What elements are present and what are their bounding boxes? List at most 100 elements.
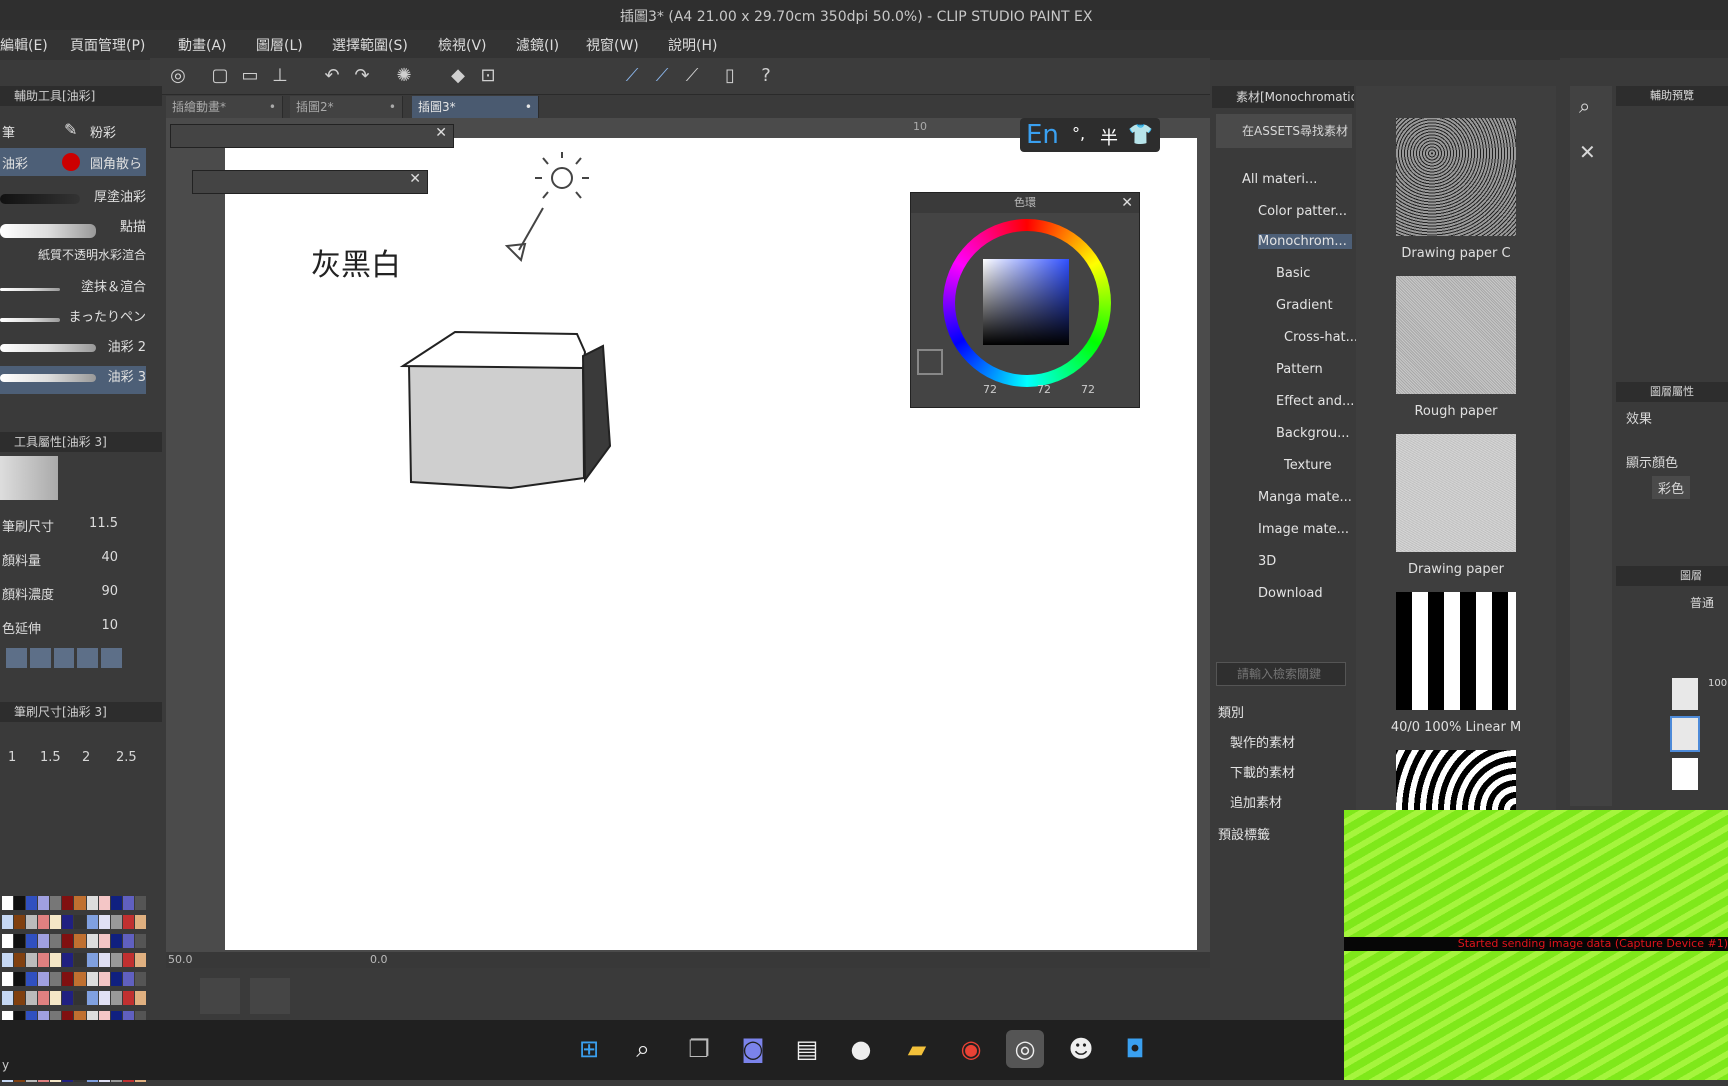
tab-document-2[interactable]: 插圖2* • bbox=[290, 96, 403, 118]
navigator-button[interactable] bbox=[200, 978, 240, 1014]
subtool-group-pen[interactable]: 筆 bbox=[2, 122, 15, 141]
new-file-icon[interactable]: ▢ bbox=[208, 64, 232, 88]
saturation-value-square[interactable] bbox=[983, 259, 1069, 345]
palette-swatch[interactable] bbox=[98, 915, 110, 930]
palette-swatch[interactable] bbox=[134, 991, 146, 1006]
menu-animation[interactable]: 動畫(A) bbox=[178, 35, 227, 55]
brush-size-preset[interactable]: 2.5 bbox=[116, 750, 137, 765]
store-icon[interactable]: ▤ bbox=[788, 1030, 826, 1068]
clip-studio-icon[interactable]: ◎ bbox=[166, 64, 190, 88]
palette-swatch[interactable] bbox=[2, 934, 14, 949]
material-thumbnail[interactable] bbox=[1396, 434, 1516, 552]
color-wheel-panel[interactable]: 色環 ✕ 72 72 72 bbox=[910, 192, 1140, 408]
palette-swatch[interactable] bbox=[2, 915, 14, 930]
palette-swatch[interactable] bbox=[98, 896, 110, 910]
palette-swatch[interactable] bbox=[50, 934, 62, 949]
palette-swatch[interactable] bbox=[110, 953, 122, 968]
palette-swatch[interactable] bbox=[38, 934, 50, 949]
menu-window[interactable]: 視窗(W) bbox=[586, 35, 639, 55]
palette-swatch[interactable] bbox=[98, 953, 110, 968]
display-color-select[interactable]: 彩色 bbox=[1652, 476, 1691, 499]
undo-icon[interactable]: ↶ bbox=[320, 64, 344, 88]
blend-mode-select[interactable]: 普通 bbox=[1690, 594, 1714, 611]
brush-item[interactable]: まったりペン bbox=[0, 306, 146, 334]
tab-document-3[interactable]: 插圖3* • bbox=[412, 96, 539, 118]
palette-swatch[interactable] bbox=[134, 896, 146, 910]
close-icon[interactable]: ✕ bbox=[1121, 193, 1133, 213]
palette-swatch[interactable] bbox=[14, 934, 26, 949]
tree-item-all[interactable]: All materi... bbox=[1242, 172, 1317, 187]
palette-swatch[interactable] bbox=[74, 934, 86, 949]
palette-swatch[interactable] bbox=[86, 991, 98, 1006]
tree-item-color-pattern[interactable]: Color patter... bbox=[1258, 204, 1347, 219]
subtool-group-pastel[interactable]: 粉彩 bbox=[90, 122, 116, 141]
tree-item-gradient[interactable]: Gradient bbox=[1276, 298, 1333, 313]
layer-thumbnail-selected[interactable] bbox=[1670, 716, 1700, 752]
close-icon[interactable]: ✕ bbox=[409, 171, 421, 187]
palette-swatch[interactable] bbox=[86, 953, 98, 968]
search-icon[interactable]: ⌕ bbox=[624, 1030, 662, 1068]
chrome-icon[interactable]: ◉ bbox=[952, 1030, 990, 1068]
zoom-value[interactable]: 50.0 bbox=[168, 953, 193, 966]
palette-swatch[interactable] bbox=[122, 991, 134, 1006]
palette-swatch[interactable] bbox=[134, 953, 146, 968]
material-thumbnail[interactable] bbox=[1396, 750, 1516, 810]
search-icon[interactable]: ⌕ bbox=[1579, 94, 1590, 118]
menu-layer[interactable]: 圖層(L) bbox=[256, 35, 303, 55]
menu-view[interactable]: 檢視(V) bbox=[438, 35, 487, 55]
palette-swatch[interactable] bbox=[14, 953, 26, 968]
category-item[interactable]: 下載的素材 bbox=[1230, 762, 1295, 781]
palette-swatch[interactable] bbox=[50, 972, 62, 987]
tree-item-background[interactable]: Backgrou... bbox=[1276, 426, 1349, 441]
open-file-icon[interactable]: ▭ bbox=[238, 64, 262, 88]
tree-item-effect[interactable]: Effect and... bbox=[1276, 394, 1354, 409]
palette-swatch[interactable] bbox=[26, 991, 38, 1006]
material-search-input[interactable] bbox=[1216, 662, 1346, 686]
menu-page[interactable]: 頁面管理(P) bbox=[70, 35, 145, 55]
brush-item[interactable]: 點描 bbox=[0, 216, 146, 244]
palette-swatch[interactable] bbox=[110, 915, 122, 930]
tab-document-1[interactable]: 插繪動畫* • bbox=[166, 96, 283, 118]
palette-swatch[interactable] bbox=[2, 972, 14, 987]
palette-swatch[interactable] bbox=[26, 972, 38, 987]
palette-swatch[interactable] bbox=[98, 991, 110, 1006]
brush-item[interactable]: 油彩 2 bbox=[0, 336, 146, 364]
menu-edit[interactable]: 編輯(E) bbox=[0, 35, 48, 55]
palette-swatch[interactable] bbox=[110, 991, 122, 1006]
busy-icon[interactable]: ✺ bbox=[392, 64, 416, 88]
palette-swatch[interactable] bbox=[38, 991, 50, 1006]
tree-item-image[interactable]: Image mate... bbox=[1258, 522, 1349, 537]
snap-grid-icon[interactable]: ⟋ bbox=[680, 64, 704, 88]
menu-help[interactable]: 說明(H) bbox=[668, 35, 717, 55]
palette-swatch[interactable] bbox=[50, 915, 62, 930]
property-brush-size[interactable]: 筆刷尺寸 11.5 bbox=[0, 510, 146, 540]
palette-swatch[interactable] bbox=[38, 953, 50, 968]
brush-size-preset[interactable]: 2 bbox=[82, 750, 90, 765]
tree-item-pattern[interactable]: Pattern bbox=[1276, 362, 1323, 377]
palette-swatch[interactable] bbox=[62, 934, 74, 949]
windows-start-icon[interactable]: ⊞ bbox=[570, 1030, 608, 1068]
palette-swatch[interactable] bbox=[14, 896, 26, 910]
palette-swatch[interactable] bbox=[74, 896, 86, 910]
paper-layer-thumbnail[interactable] bbox=[1672, 758, 1698, 790]
close-icon[interactable]: ✕ bbox=[435, 125, 447, 141]
palette-swatch[interactable] bbox=[110, 972, 122, 987]
hue-ring[interactable] bbox=[943, 219, 1111, 387]
palette-swatch[interactable] bbox=[98, 934, 110, 949]
palette-swatch[interactable] bbox=[74, 915, 86, 930]
fill-icon[interactable]: ◆ bbox=[446, 64, 470, 88]
palette-swatch[interactable] bbox=[26, 896, 38, 910]
angle-value[interactable]: 0.0 bbox=[370, 953, 388, 966]
brush-item-selected[interactable]: 油彩 3 bbox=[0, 366, 146, 394]
tree-item-manga[interactable]: Manga mate... bbox=[1258, 490, 1352, 505]
task-view-icon[interactable]: ❐ bbox=[680, 1030, 718, 1068]
transform-icon[interactable]: ⊡ bbox=[476, 64, 500, 88]
palette-swatch[interactable] bbox=[2, 953, 14, 968]
redo-icon[interactable]: ↷ bbox=[350, 64, 374, 88]
material-thumbnail[interactable] bbox=[1396, 118, 1516, 236]
alien-app-icon[interactable]: ● bbox=[842, 1030, 880, 1068]
palette-swatch[interactable] bbox=[50, 953, 62, 968]
palette-swatch[interactable] bbox=[26, 915, 38, 930]
palette-swatch[interactable] bbox=[122, 972, 134, 987]
brush-item[interactable]: 塗抹＆渲合 bbox=[0, 276, 146, 304]
